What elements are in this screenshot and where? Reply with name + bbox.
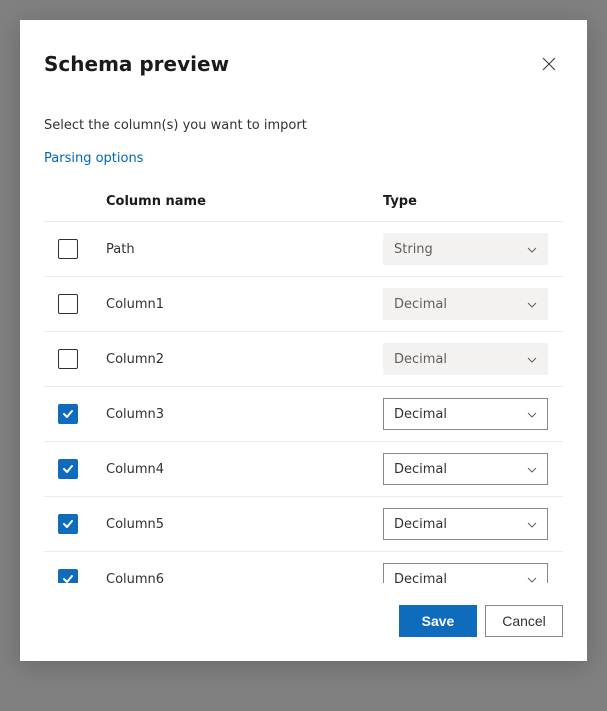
header-type: Type [383, 194, 563, 209]
type-select[interactable]: Decimal [383, 398, 548, 430]
chevron-down-icon [527, 242, 537, 257]
instruction-text: Select the column(s) you want to import [44, 118, 563, 133]
row-type-col: Decimal [383, 343, 563, 375]
row-type-col: Decimal [383, 563, 563, 583]
row-check-col [44, 569, 102, 583]
row-checkbox[interactable] [58, 294, 78, 314]
row-checkbox[interactable] [58, 459, 78, 479]
type-select-value: Decimal [394, 462, 447, 477]
type-select-value: String [394, 242, 433, 257]
type-select: Decimal [383, 288, 548, 320]
row-check-col [44, 294, 102, 314]
schema-preview-dialog: Schema preview Select the column(s) you … [20, 20, 587, 661]
table-header: Column name Type [44, 178, 563, 221]
type-select[interactable]: Decimal [383, 453, 548, 485]
type-select: Decimal [383, 343, 548, 375]
type-select: String [383, 233, 548, 265]
close-button[interactable] [535, 50, 563, 78]
type-select-value: Decimal [394, 352, 447, 367]
row-check-col [44, 404, 102, 424]
row-checkbox[interactable] [58, 404, 78, 424]
row-checkbox[interactable] [58, 239, 78, 259]
dialog-title: Schema preview [44, 52, 229, 76]
table-row: Column1 Decimal [44, 276, 563, 331]
table-row: Column3 Decimal [44, 386, 563, 441]
dialog-footer: Save Cancel [44, 583, 563, 637]
row-column-name: Column4 [102, 462, 383, 477]
parsing-options-link[interactable]: Parsing options [44, 151, 563, 166]
row-checkbox[interactable] [58, 569, 78, 583]
chevron-down-icon [527, 352, 537, 367]
row-type-col: String [383, 233, 563, 265]
columns-scroll-area[interactable]: Column name Type Path String Column1 Decima… [44, 178, 563, 583]
row-column-name: Column2 [102, 352, 383, 367]
row-column-name: Column5 [102, 517, 383, 532]
type-select-value: Decimal [394, 297, 447, 312]
row-check-col [44, 459, 102, 479]
row-column-name: Column6 [102, 572, 383, 584]
save-button[interactable]: Save [399, 605, 477, 637]
row-type-col: Decimal [383, 508, 563, 540]
table-row: Column2 Decimal [44, 331, 563, 386]
row-checkbox[interactable] [58, 514, 78, 534]
cancel-button[interactable]: Cancel [485, 605, 563, 637]
type-select-value: Decimal [394, 407, 447, 422]
row-type-col: Decimal [383, 453, 563, 485]
dialog-header: Schema preview [44, 50, 563, 78]
row-column-name: Path [102, 242, 383, 257]
row-check-col [44, 349, 102, 369]
table-row: Path String [44, 221, 563, 276]
chevron-down-icon [527, 407, 537, 422]
row-check-col [44, 239, 102, 259]
table-row: Column4 Decimal [44, 441, 563, 496]
table-row: Column5 Decimal [44, 496, 563, 551]
row-type-col: Decimal [383, 288, 563, 320]
chevron-down-icon [527, 572, 537, 584]
row-type-col: Decimal [383, 398, 563, 430]
chevron-down-icon [527, 297, 537, 312]
close-icon [542, 57, 556, 71]
row-checkbox[interactable] [58, 349, 78, 369]
row-column-name: Column1 [102, 297, 383, 312]
table-row: Column6 Decimal [44, 551, 563, 583]
type-select[interactable]: Decimal [383, 508, 548, 540]
chevron-down-icon [527, 517, 537, 532]
header-name: Column name [102, 194, 383, 209]
type-select-value: Decimal [394, 517, 447, 532]
row-column-name: Column3 [102, 407, 383, 422]
type-select[interactable]: Decimal [383, 563, 548, 583]
chevron-down-icon [527, 462, 537, 477]
row-check-col [44, 514, 102, 534]
type-select-value: Decimal [394, 572, 447, 584]
